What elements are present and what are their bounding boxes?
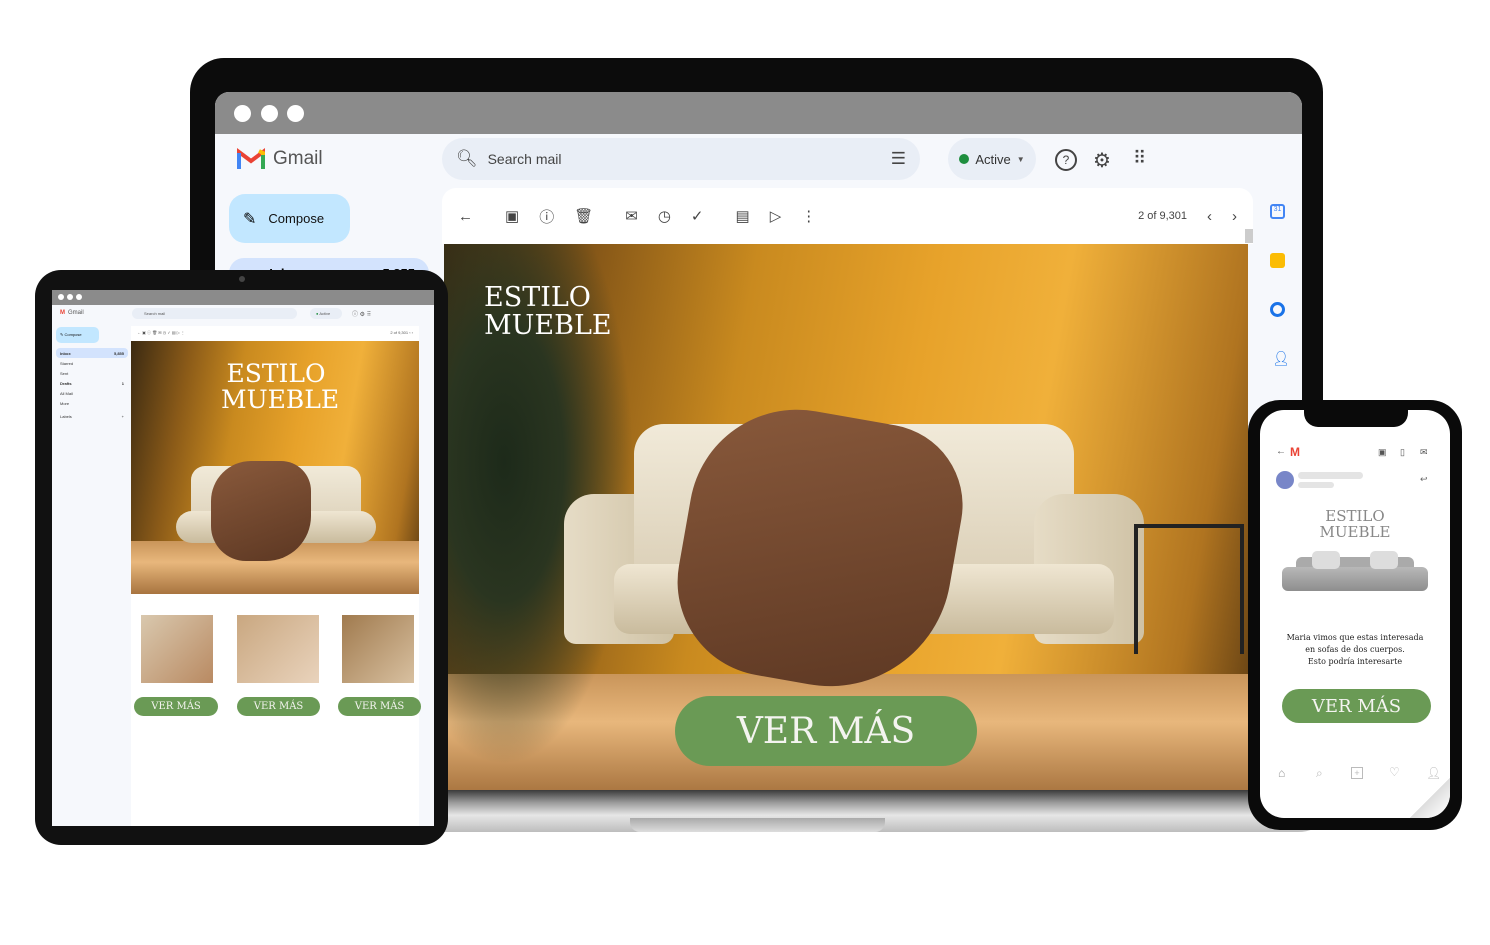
status-selector[interactable]: Active ▼ [948, 138, 1036, 180]
search-bar[interactable]: 🔍︎ Search mail ☰ [442, 138, 920, 180]
ver-mas-button[interactable]: VER MÁS [338, 697, 421, 716]
move-to-icon[interactable]: ▤ [736, 207, 750, 225]
mark-unread-icon[interactable]: ✉ [625, 207, 638, 225]
message-line: Maria vimos que estas interesada [1286, 633, 1424, 642]
tablet-labels-heading: Labels + [60, 414, 124, 419]
pagination-text: 2 of 9,301 [1138, 210, 1187, 222]
app-name: Gmail [273, 148, 323, 169]
sender-placeholder [1298, 472, 1363, 479]
home-icon[interactable]: ⌂ [1278, 766, 1285, 780]
next-chevron-icon[interactable]: › [1232, 208, 1237, 225]
tablet-sidebar-item[interactable]: All Mail [56, 388, 128, 398]
back-arrow-icon[interactable]: ← [1276, 446, 1286, 457]
tablet-header-icons[interactable]: ⓘ ⚙ ⠿ [352, 309, 371, 318]
window-titlebar [215, 92, 1302, 134]
product-thumbnail[interactable] [342, 615, 414, 683]
sofa-image [1282, 551, 1428, 601]
archive-icon[interactable]: ▣ [1378, 447, 1387, 458]
ver-mas-button[interactable]: VER MÁS [675, 696, 977, 766]
gmail-m-icon [237, 148, 265, 169]
tasks-icon[interactable] [1270, 302, 1285, 317]
brand-line-1: ESTILO [226, 359, 326, 388]
previous-chevron-icon[interactable]: ‹ [1207, 208, 1212, 225]
compose-button[interactable]: ✎ Compose [229, 194, 350, 243]
tablet-sidebar-item[interactable]: More [56, 398, 128, 408]
status-label: Active [975, 151, 1011, 167]
message-line: en sofas de dos cuerpos. [1305, 645, 1405, 654]
tablet-status-selector[interactable]: ● Active [310, 308, 342, 319]
tablet-sidebar-item[interactable]: Sent [56, 368, 128, 378]
reply-icon[interactable]: ↩ [1420, 474, 1428, 485]
brand-line-2: MUEBLE [221, 385, 340, 414]
email-toolbar: ← ▣ ⓘ 🗑︎ ✉ ◷ ✓ ▤ ▷ ⋮ 2 of 9,301 ‹ › [442, 188, 1253, 244]
add-task-icon[interactable]: ✓ [691, 207, 704, 225]
pencil-icon: ✎ [243, 210, 257, 228]
date-placeholder [1298, 482, 1334, 488]
compose-label: Compose [268, 211, 325, 226]
snooze-clock-icon[interactable]: ◷ [658, 207, 671, 225]
tablet-sidebar-item[interactable]: Inbox 5,855 [56, 348, 128, 358]
keep-icon[interactable] [1270, 253, 1285, 268]
tablet-sidebar-item[interactable]: Drafts 1 [56, 378, 128, 388]
tablet-search-bar[interactable]: Search mail [132, 308, 297, 319]
report-spam-icon[interactable]: ⓘ [539, 206, 554, 227]
help-icon[interactable]: ? [1055, 149, 1077, 171]
archive-icon[interactable]: ▣ [505, 207, 519, 225]
avatar [1276, 471, 1294, 489]
delete-icon[interactable]: 🗑︎ [574, 207, 593, 225]
laptop-hinge-notch [630, 818, 885, 832]
gmail-logo[interactable]: Gmail [237, 148, 323, 170]
tablet-sidebar-item[interactable]: Starred [56, 358, 128, 368]
scrollbar[interactable] [1245, 229, 1253, 243]
window-maximize-dot[interactable] [287, 105, 304, 122]
calendar-icon[interactable]: 31 [1270, 204, 1285, 219]
window-close-dot[interactable] [234, 105, 251, 122]
search-input[interactable]: Search mail [488, 151, 881, 167]
add-icon[interactable]: + [1351, 767, 1363, 779]
window-minimize-dot[interactable] [261, 105, 278, 122]
product-thumbnail[interactable] [237, 615, 319, 683]
gear-icon[interactable]: ⚙ [1093, 148, 1111, 173]
ver-mas-button[interactable]: VER MÁS [237, 697, 320, 716]
message-line: Esto podría interesarte [1307, 657, 1403, 666]
search-icon[interactable]: ⌕ [1316, 766, 1323, 781]
contacts-icon[interactable]: 👤︎ [1272, 350, 1290, 367]
gmail-m-icon: M [60, 310, 65, 316]
gmail-m-icon: M [1290, 445, 1300, 459]
tablet-screen: M Gmail Search mail ● Active ⓘ ⚙ ⠿ ✎ Comp… [52, 290, 434, 826]
chevron-down-icon: ▼ [1016, 154, 1025, 164]
more-vertical-icon[interactable]: ⋮ [801, 207, 816, 225]
tablet-email-toolbar[interactable]: ← ▣ ⓘ 🗑︎ ✉ ◷ ✓ ▤ ▷ ⋮ 2 of 9,301 ‹ › [131, 326, 419, 341]
app-name: Gmail [68, 310, 84, 316]
tablet-camera [239, 276, 245, 282]
brand-line-1: ESTILO [1325, 507, 1385, 525]
ver-mas-button[interactable]: VER MÁS [134, 697, 218, 716]
apps-grid-icon[interactable]: ⠿ [1133, 148, 1146, 169]
tablet-email-hero-image: ESTILO MUEBLE [131, 341, 419, 594]
page-curl [1400, 768, 1450, 818]
back-arrow-icon[interactable]: ← [458, 208, 473, 225]
product-thumbnail[interactable] [141, 615, 213, 683]
delete-icon[interactable]: ▯ [1400, 447, 1405, 458]
brand-line-1: ESTILO [484, 282, 591, 313]
search-options-icon[interactable]: ☰ [891, 149, 906, 169]
heart-icon[interactable]: ♡ [1389, 765, 1400, 779]
brand-line-2: MUEBLE [1319, 523, 1391, 541]
email-hero-image: ESTILO MUEBLE VER MÁS [444, 244, 1248, 790]
brand-line-2: MUEBLE [484, 310, 612, 341]
mail-icon[interactable]: ✉ [1420, 447, 1428, 458]
phone-notch [1304, 410, 1408, 427]
tablet-gmail-logo[interactable]: M Gmail [60, 310, 84, 316]
phone-screen: ← M ▣ ▯ ✉ ↩ ESTILO MUEBLE Maria vimos qu… [1260, 410, 1450, 818]
search-icon[interactable]: 🔍︎ [456, 149, 478, 169]
tablet-compose-button[interactable]: ✎ Compose [56, 327, 99, 343]
status-dot-icon [959, 154, 970, 164]
ver-mas-button[interactable]: VER MÁS [1282, 689, 1431, 723]
label-icon[interactable]: ▷ [770, 207, 782, 225]
